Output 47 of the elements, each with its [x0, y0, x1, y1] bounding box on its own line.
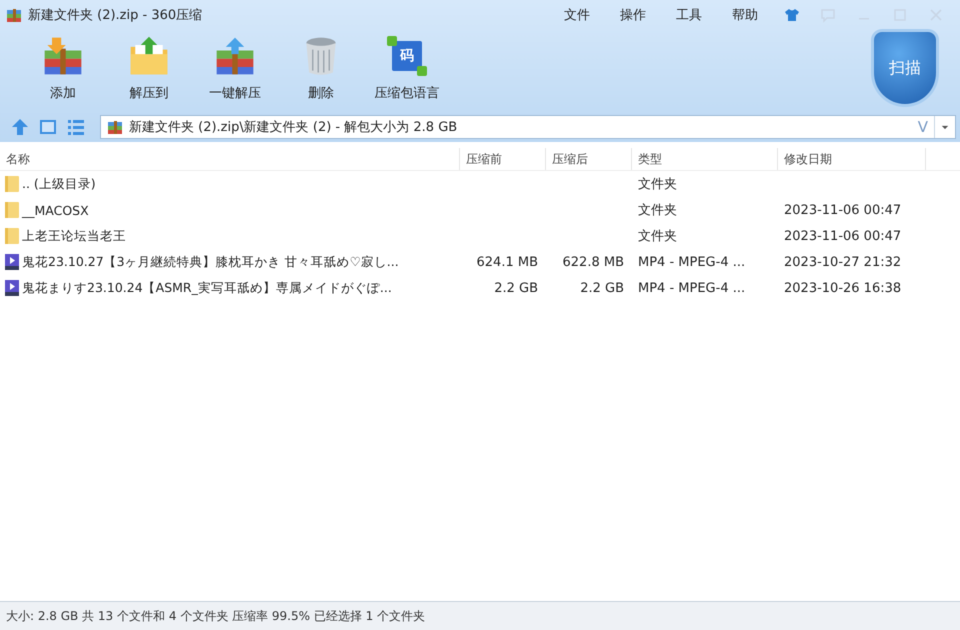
menu-item[interactable]: 工具 — [676, 6, 702, 24]
toolbar-button[interactable]: 添加 — [20, 30, 106, 106]
modified-date: 2023-11-06 00:47 — [784, 202, 902, 218]
modified-date: 2023-10-26 16:38 — [784, 280, 902, 296]
file-name[interactable]: 鬼花まりす23.10.24【ASMR_実写耳舐め】専属メイドがぐぽ... — [22, 280, 392, 296]
original-size: 2.2 GB — [494, 280, 538, 296]
caret-icon — [941, 124, 949, 130]
folder-icon — [4, 227, 20, 245]
toolbar-button[interactable]: 解压到 — [106, 30, 192, 106]
file-name[interactable]: .. (上级目录) — [22, 176, 96, 192]
file-type: MP4 - MPEG-4 ... — [638, 254, 746, 270]
toolbar-button[interactable]: 删除 — [278, 30, 364, 106]
file-type: 文件夹 — [638, 176, 677, 193]
toolbar-button[interactable]: 码 压缩包语言 — [364, 30, 450, 106]
toolbar-button[interactable]: 一键解压 — [192, 30, 278, 106]
column-header[interactable]: 类型 — [632, 148, 778, 170]
menu-item[interactable]: 文件 — [564, 6, 590, 24]
modified-date: 2023-11-06 00:47 — [784, 228, 902, 244]
list-view-icon[interactable] — [66, 117, 86, 137]
column-header[interactable]: 修改日期 — [778, 148, 926, 170]
window-title: 新建文件夹 (2).zip - 360压缩 — [28, 7, 202, 24]
menu-item[interactable]: 操作 — [620, 6, 646, 24]
video-file-icon — [4, 279, 20, 297]
archive-icon — [6, 7, 22, 23]
compressed-size: 622.8 MB — [562, 254, 624, 270]
compressed-size: 2.2 GB — [580, 280, 624, 296]
file-type: 文件夹 — [638, 228, 677, 245]
menu-item[interactable]: 帮助 — [732, 6, 758, 24]
column-header[interactable]: 压缩前 — [460, 148, 546, 170]
file-name[interactable]: __MACOSX — [22, 202, 89, 218]
file-name[interactable]: 鬼花23.10.27【3ヶ月継続特典】膝枕耳かき 甘々耳舐め♡寂し... — [22, 254, 399, 270]
folder-icon — [4, 175, 20, 193]
file-type: MP4 - MPEG-4 ... — [638, 280, 746, 296]
column-header[interactable]: 压缩后 — [546, 148, 632, 170]
original-size: 624.1 MB — [476, 254, 538, 270]
up-arrow-icon[interactable] — [10, 117, 30, 137]
thumbnail-view-icon[interactable] — [38, 117, 58, 137]
video-file-icon — [4, 253, 20, 271]
folder-icon — [4, 201, 20, 219]
file-type: 文件夹 — [638, 202, 677, 219]
modified-date: 2023-10-27 21:32 — [784, 254, 902, 270]
archive-icon — [107, 119, 123, 135]
file-name[interactable]: 上老王论坛当老王 — [22, 228, 126, 244]
address-field[interactable]: 新建文件夹 (2).zip\新建文件夹 (2) - 解包大小为 2.8 GB V — [100, 115, 956, 139]
status-text: 大小: 2.8 GB 共 13 个文件和 4 个文件夹 压缩率 99.5% 已经选择 1 个文件夹 — [6, 608, 426, 624]
shirt-icon[interactable] — [784, 7, 800, 23]
column-header[interactable]: 名称 — [0, 148, 460, 170]
